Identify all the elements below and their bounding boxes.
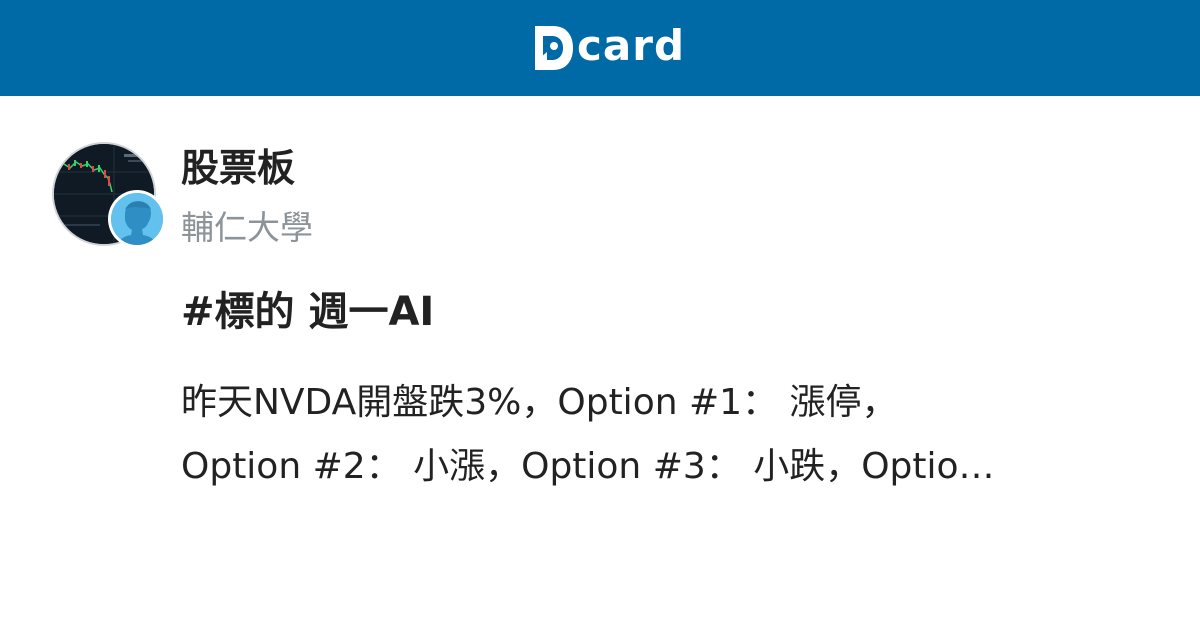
school-name: 輔仁大學	[181, 208, 313, 247]
user-avatar	[108, 190, 166, 248]
forum-avatar-group[interactable]	[52, 142, 166, 248]
brand-text: card	[577, 21, 686, 70]
top-header: card	[0, 0, 1200, 96]
person-silhouette-icon	[111, 193, 163, 245]
dcard-logo[interactable]: card	[531, 21, 685, 75]
excerpt-line-2: Option #2： 小漲，Option #3： 小跌，Optio…	[181, 446, 995, 487]
post-title[interactable]: #標的 週一AI	[181, 286, 434, 338]
dcard-logo-icon	[535, 26, 573, 70]
forum-name[interactable]: 股票板	[181, 144, 295, 192]
post-excerpt[interactable]: 昨天NVDA開盤跌3%，Option #1： 漲停， Option #2： 小漲…	[181, 371, 1141, 499]
excerpt-line-1: 昨天NVDA開盤跌3%，Option #1： 漲停，	[181, 382, 898, 423]
